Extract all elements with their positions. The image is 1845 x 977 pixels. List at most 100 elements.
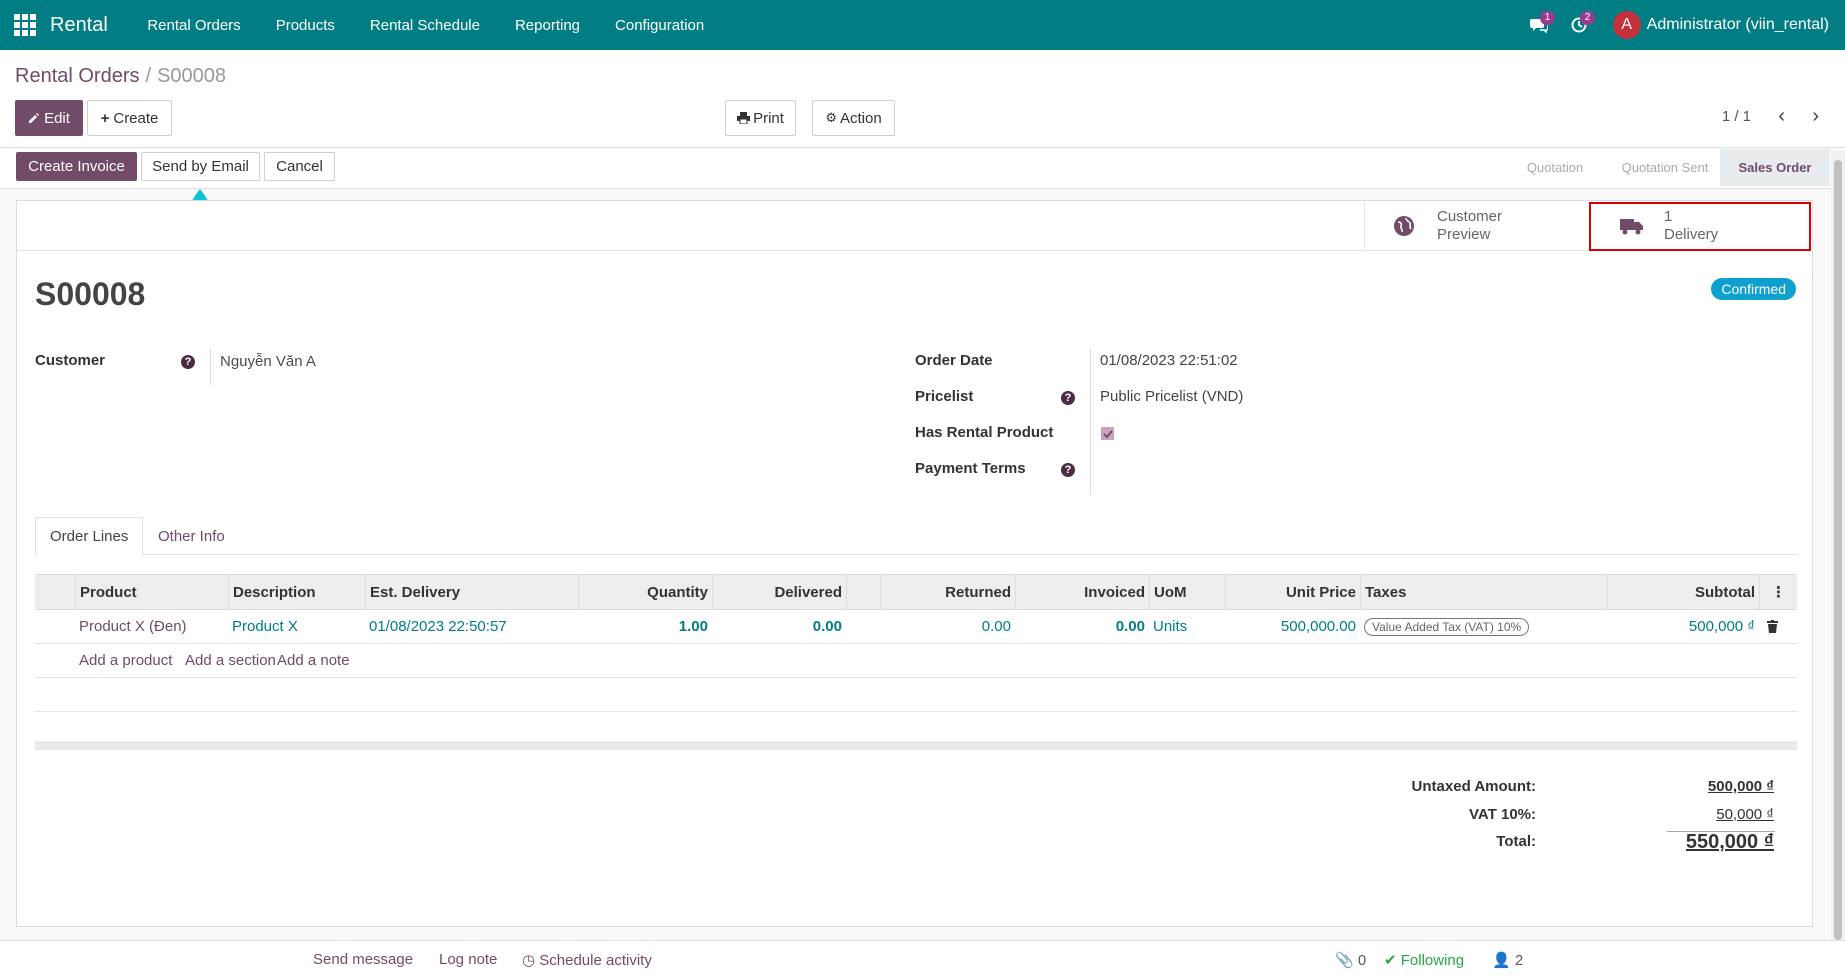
tab-order-lines[interactable]: Order Lines xyxy=(35,517,144,556)
edit-button[interactable]: Edit xyxy=(15,100,83,136)
order-date-label: Order Date xyxy=(915,352,993,369)
total-label: Total: xyxy=(1496,833,1536,850)
user-icon: 👤 xyxy=(1492,952,1511,969)
menu-rental-schedule[interactable]: Rental Schedule xyxy=(352,17,497,34)
table-row[interactable]: Product X (Đen) Product X 01/08/2023 22:… xyxy=(35,610,1797,644)
delete-row-button[interactable] xyxy=(1759,610,1785,643)
globe-icon xyxy=(1394,216,1414,236)
send-by-email-button[interactable]: Send by Email xyxy=(141,152,260,181)
stage-quotation[interactable]: Quotation xyxy=(1510,149,1600,186)
pager-value[interactable]: 1 / 1 xyxy=(1722,108,1751,125)
following-button[interactable]: ✔ Following xyxy=(1384,951,1464,969)
action-button[interactable]: ⚙ Action xyxy=(812,100,895,136)
col-quantity[interactable]: Quantity xyxy=(578,575,712,609)
user-menu[interactable]: Administrator (viin_rental) xyxy=(1647,16,1829,34)
payment-terms-label: Payment Terms xyxy=(915,460,1026,477)
printer-icon xyxy=(737,112,751,124)
total-value: 550,000 ₫ xyxy=(1685,831,1774,853)
status-bar: Create Invoice Send by Email Cancel Quot… xyxy=(0,149,1845,189)
row-unit-price[interactable]: 500,000.00 xyxy=(1225,610,1360,643)
col-est-delivery[interactable]: Est. Delivery xyxy=(365,575,578,609)
app-brand[interactable]: Rental xyxy=(50,14,108,37)
breadcrumb: Rental Orders / S00008 xyxy=(15,65,226,88)
customer-field[interactable]: Nguyễn Văn A xyxy=(220,353,316,370)
breadcrumb-separator: / xyxy=(145,65,152,87)
pager-next-icon[interactable]: › xyxy=(1812,105,1819,128)
pricelist-field[interactable]: Public Pricelist (VND) xyxy=(1100,388,1243,405)
row-product[interactable]: Product X (Đen) xyxy=(75,610,191,643)
followers-button[interactable]: 👤 2 xyxy=(1492,951,1523,969)
row-taxes[interactable]: Value Added Tax (VAT) 10% xyxy=(1360,610,1533,643)
create-invoice-button[interactable]: Create Invoice xyxy=(16,152,137,181)
print-button[interactable]: Print xyxy=(725,100,796,136)
schedule-activity-label: Schedule activity xyxy=(539,952,652,969)
row-quantity[interactable]: 1.00 xyxy=(578,610,712,643)
table-horizontal-scrollbar[interactable] xyxy=(35,741,1797,750)
col-taxes[interactable]: Taxes xyxy=(1360,575,1607,609)
col-delivered[interactable]: Delivered xyxy=(712,575,846,609)
order-date-field[interactable]: 01/08/2023 22:51:02 xyxy=(1100,352,1238,369)
row-description[interactable]: Product X xyxy=(228,610,302,643)
page-scrollbar[interactable] xyxy=(1831,150,1845,940)
tab-other-info[interactable]: Other Info xyxy=(144,517,239,555)
add-line-row: Add a product Add a section Add a note xyxy=(35,644,1797,678)
stage-sales-order[interactable]: Sales Order xyxy=(1720,149,1830,186)
messages-button[interactable]: 1 xyxy=(1519,0,1559,50)
column-options-icon[interactable]: ⋮ xyxy=(1759,575,1797,609)
user-avatar[interactable]: A xyxy=(1612,11,1641,39)
col-returned[interactable]: Returned xyxy=(880,575,1015,609)
row-est-delivery[interactable]: 01/08/2023 22:50:57 xyxy=(365,610,511,643)
pager-previous-icon[interactable]: ‹ xyxy=(1778,105,1785,128)
plus-icon: + xyxy=(100,109,110,127)
attachments-button[interactable]: 📎 0 xyxy=(1335,951,1366,969)
clock-icon: ◷ xyxy=(522,952,536,969)
pricelist-help-icon[interactable]: ? xyxy=(1061,391,1075,405)
apps-menu-icon[interactable] xyxy=(0,0,50,50)
col-subtotal[interactable]: Subtotal xyxy=(1607,575,1759,609)
has-rental-product-checkbox[interactable] xyxy=(1101,427,1114,440)
customer-help-icon[interactable]: ? xyxy=(181,355,195,369)
schedule-activity-button[interactable]: ◷ Schedule activity xyxy=(522,951,652,969)
empty-row xyxy=(35,678,1797,712)
col-invoiced[interactable]: Invoiced xyxy=(1015,575,1149,609)
row-subtotal: 500,000 ₫ xyxy=(1688,618,1755,635)
row-uom[interactable]: Units xyxy=(1149,610,1191,643)
add-product-link[interactable]: Add a product xyxy=(75,644,176,677)
row-delivered[interactable]: 0.00 xyxy=(712,610,846,643)
stage-quotation-sent[interactable]: Quotation Sent xyxy=(1610,149,1720,186)
payment-terms-help-icon[interactable]: ? xyxy=(1061,463,1075,477)
paperclip-icon: 📎 xyxy=(1335,952,1354,969)
has-rental-product-label: Has Rental Product xyxy=(915,424,1054,441)
attachments-count: 0 xyxy=(1357,952,1367,969)
menu-products[interactable]: Products xyxy=(258,17,352,34)
control-panel: Rental Orders / S00008 Edit + Create Print… xyxy=(0,50,1845,148)
activities-button[interactable]: 2 xyxy=(1559,0,1599,50)
breadcrumb-parent[interactable]: Rental Orders xyxy=(15,65,140,87)
row-returned[interactable]: 0.00 xyxy=(880,610,1015,643)
col-unit-price[interactable]: Unit Price xyxy=(1225,575,1360,609)
scrollbar-thumb[interactable] xyxy=(1834,160,1842,940)
menu-reporting[interactable]: Reporting xyxy=(497,17,597,34)
customer-preview-button[interactable]: Customer Preview xyxy=(1364,201,1586,251)
col-product[interactable]: Product xyxy=(75,575,228,609)
chatter-topbar: Send message Log note ◷ Schedule activit… xyxy=(0,940,1845,977)
notebook-tabs: Order Lines Other Info xyxy=(35,517,1797,556)
cancel-label: Cancel xyxy=(276,158,323,175)
gear-icon: ⚙ xyxy=(825,110,837,125)
create-label: Create xyxy=(113,109,159,127)
row-invoiced[interactable]: 0.00 xyxy=(1015,610,1149,643)
tax-tag: Value Added Tax (VAT) 10% xyxy=(1364,617,1530,636)
add-note-link[interactable]: Add a note xyxy=(273,644,354,677)
add-section-link[interactable]: Add a section xyxy=(181,644,280,677)
menu-configuration[interactable]: Configuration xyxy=(598,17,722,34)
col-description[interactable]: Description xyxy=(228,575,365,609)
cancel-button[interactable]: Cancel xyxy=(264,152,335,181)
col-uom[interactable]: UoM xyxy=(1149,575,1225,609)
menu-rental-orders[interactable]: Rental Orders xyxy=(130,17,258,34)
send-message-button[interactable]: Send message xyxy=(313,951,413,968)
action-label: Action xyxy=(839,109,882,127)
create-button[interactable]: + Create xyxy=(87,100,172,136)
checkmark-icon xyxy=(1102,429,1113,438)
log-note-button[interactable]: Log note xyxy=(439,951,497,968)
customer-label: Customer xyxy=(35,352,106,369)
